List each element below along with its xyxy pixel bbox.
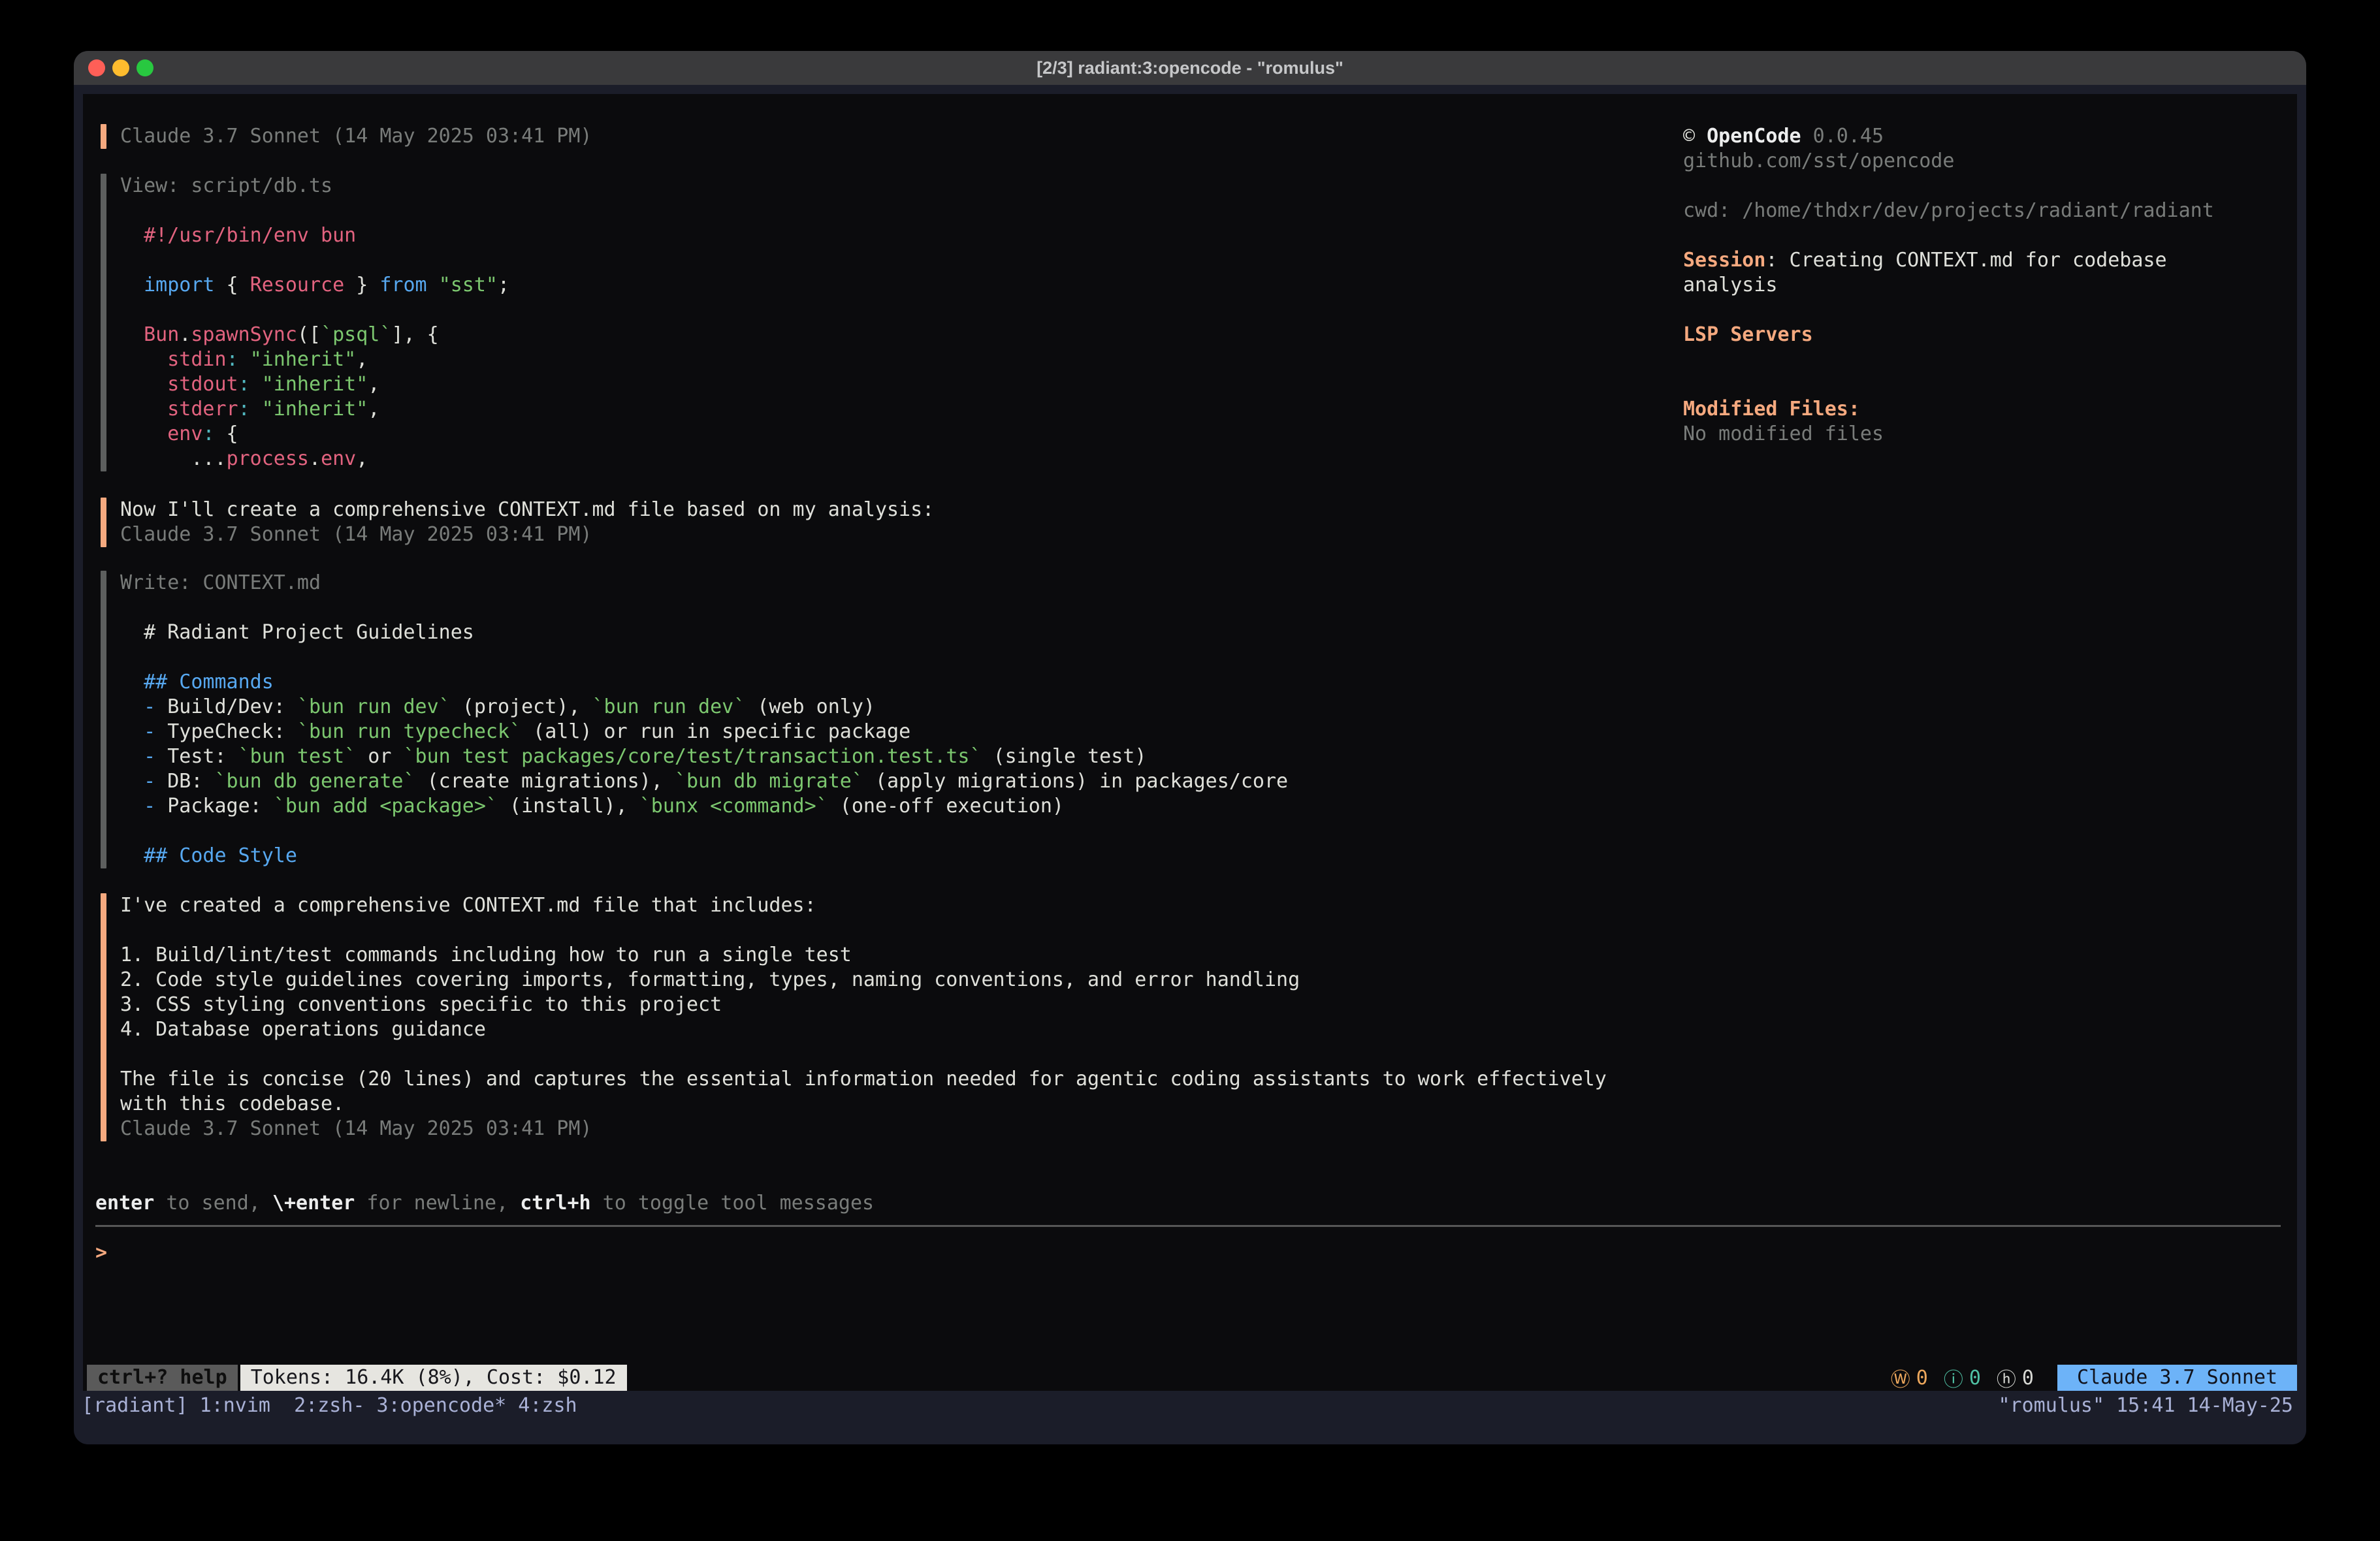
opencode-status-bar: ctrl+? help Tokens: 16.4K (8%), Cost: $0…	[83, 1365, 2297, 1391]
help-shortcut-chip: ctrl+? help	[87, 1365, 238, 1391]
tool-output-bar	[101, 571, 106, 868]
assistant-message-text: I've created a comprehensive CONTEXT.md …	[106, 893, 1607, 1141]
prompt-chevron-icon: >	[95, 1241, 107, 1264]
close-button[interactable]	[88, 59, 105, 76]
input-separator-line	[95, 1225, 2281, 1227]
minimize-button[interactable]	[112, 59, 129, 76]
assistant-message-bar	[101, 893, 106, 1141]
assistant-message-mid: Now I'll create a comprehensive CONTEXT.…	[101, 498, 934, 547]
hint-circle-icon: ⓗ	[1997, 1363, 2016, 1392]
assistant-message-bar	[101, 124, 106, 149]
zoom-button[interactable]	[137, 59, 153, 76]
diagnostics-hints: ⓗ 0	[1997, 1363, 2034, 1392]
tmux-window-list[interactable]: [radiant] 1:nvim 2:zsh- 3:opencode* 4:zs…	[82, 1393, 577, 1418]
keybinding-hint-text: enter to send, \+enter for newline, ctrl…	[95, 1191, 874, 1216]
tool-write-markdown: Write: CONTEXT.md # Radiant Project Guid…	[106, 571, 1288, 868]
warning-circle-icon: Ⓦ	[1891, 1363, 1910, 1392]
message-footer-text: Claude 3.7 Sonnet (14 May 2025 03:41 PM)	[106, 124, 592, 149]
window-title: [2/3] radiant:3:opencode - "romulus"	[1037, 58, 1343, 78]
diagnostics-info: ⓘ 0	[1944, 1363, 1981, 1392]
message-footer-previous: Claude 3.7 Sonnet (14 May 2025 03:41 PM)	[101, 124, 592, 149]
assistant-message-final: I've created a comprehensive CONTEXT.md …	[101, 893, 1607, 1141]
opencode-tui: Claude 3.7 Sonnet (14 May 2025 03:41 PM)…	[83, 94, 2297, 1391]
prompt-input[interactable]: >	[95, 1241, 2281, 1319]
tool-output-view-db-ts: View: script/db.ts #!/usr/bin/env bun im…	[101, 174, 509, 471]
info-count: 0	[1969, 1367, 1981, 1390]
info-circle-icon: ⓘ	[1944, 1363, 1963, 1392]
hint-count: 0	[2022, 1367, 2034, 1390]
terminal-window: [2/3] radiant:3:opencode - "romulus" Cla…	[74, 51, 2306, 1444]
window-titlebar: [2/3] radiant:3:opencode - "romulus"	[74, 51, 2306, 85]
assistant-message-bar	[101, 498, 106, 547]
tool-output-write-context-md: Write: CONTEXT.md # Radiant Project Guid…	[101, 571, 1288, 868]
assistant-message-text: Now I'll create a comprehensive CONTEXT.…	[106, 498, 934, 547]
tool-output-bar	[101, 174, 106, 471]
model-badge: Claude 3.7 Sonnet	[2057, 1365, 2297, 1391]
traffic-lights	[88, 51, 153, 85]
keybinding-hint-line: enter to send, \+enter for newline, ctrl…	[95, 1191, 874, 1216]
tmux-session-clock: "romulus" 15:41 14-May-25	[1998, 1393, 2293, 1418]
tool-view-code: View: script/db.ts #!/usr/bin/env bun im…	[106, 174, 509, 471]
tmux-status-bar: [radiant] 1:nvim 2:zsh- 3:opencode* 4:zs…	[74, 1391, 2306, 1444]
status-right-group: Ⓦ 0 ⓘ 0 ⓗ 0 Claude 3.7 Sonnet	[1891, 1363, 2297, 1392]
diagnostics-warnings: Ⓦ 0	[1891, 1363, 1928, 1392]
warning-count: 0	[1916, 1367, 1928, 1390]
desktop-background: [2/3] radiant:3:opencode - "romulus" Cla…	[0, 0, 2380, 1541]
sidebar-info-lines: © OpenCode 0.0.45github.com/sst/opencode…	[1683, 124, 2214, 447]
session-sidebar: © OpenCode 0.0.45github.com/sst/opencode…	[1683, 124, 2214, 447]
tokens-cost-chip: Tokens: 16.4K (8%), Cost: $0.12	[240, 1365, 627, 1391]
